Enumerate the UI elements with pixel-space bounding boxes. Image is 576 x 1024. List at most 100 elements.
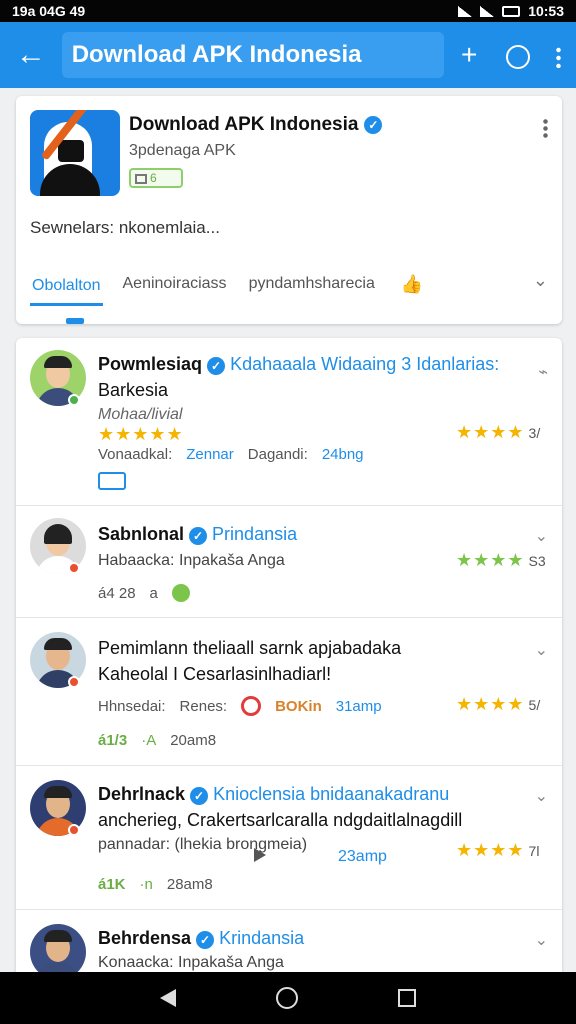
meta-label-2: a [149,584,158,602]
app-badge-text: 6 [150,171,157,185]
play-icon[interactable] [254,848,266,867]
rating-stars-right-text: ★★★★ [456,422,525,442]
author-org: Prindansia [212,524,298,544]
meta-label-1: á1/3 [98,732,128,749]
rating-count: 5/ [528,697,541,713]
verified-icon: ✓ [189,527,208,545]
window-icon [135,173,147,184]
author-name: Powmlesiaq [98,354,203,374]
rating-stars: ★★★★ 7l [456,840,539,861]
author-org: Knioclensia bnidaanakadranu [213,784,450,804]
verified-icon: ✓ [207,357,226,375]
post-duration: 23amp [338,848,387,865]
meta-label-2: Dagandi: [247,446,308,463]
more-vertical-icon [543,118,548,138]
rating-stars: ★★★★ 5/ [456,694,540,715]
info-label-1: Hhnsedai: [98,697,166,715]
more-vertical-icon [556,45,562,68]
meta-label-2: ·n [139,876,153,893]
app-logo [30,110,120,196]
status-left: 19a 04G 49 [12,3,86,19]
attachment-icon[interactable] [98,472,126,495]
list-item[interactable]: Sabnlonal ✓ Prindansia Habaacka: Inpakaš… [16,506,562,618]
expand-icon[interactable]: ⌄ [535,526,548,546]
list-item[interactable]: Behrdensa ✓ Krindansia Konaacka: Inpakaš… [16,910,562,978]
system-nav-bar [0,972,576,1024]
author-handle: Mohaa/livial [98,406,183,423]
rating-stars-right: ★★★★ 3/ [456,422,540,443]
post-title: Powmlesiaq ✓ Kdahaaala Widaaing 3 Idanla… [98,352,499,376]
status-bar: 19a 04G 49 10:53 [0,0,576,22]
tab-1[interactable]: Aeninoiraciass [121,271,229,297]
status-right: 10:53 [458,3,564,19]
chevron-down-icon[interactable]: ⌄ [533,270,548,291]
meta-label-2: ·A [141,732,157,749]
post-body: ancherieg, Crakertsarlcaralla ndgdaitlal… [98,810,463,830]
post-line: Habaacka: Inpakaša Anga [98,552,285,569]
app-header-card: Download APK Indonesia ✓ 3pdenaga APK 6 … [16,96,562,324]
record-icon[interactable] [241,696,262,716]
status-dot [68,562,80,574]
info-value-1: BOKin [275,697,322,715]
tab-indicator [66,318,84,324]
back-nav-icon[interactable] [160,989,176,1007]
meta-value-2: 24bng [321,446,364,463]
list-item[interactable]: Powmlesiaq ✓ Kdahaaala Widaaing 3 Idanla… [16,338,562,506]
author-name: Behrdensa [98,928,192,948]
post-meta: á4 28 a [98,584,190,602]
expand-icon[interactable]: ⌄ [535,930,548,950]
rating-count: S3 [528,553,546,569]
post-meta: á1K ·n 28am8 [98,876,213,893]
meta-label-3: 20am8 [170,732,217,749]
rating-stars-text: ★★★★ [456,550,525,570]
post-line: Konaacka: Inpakaša Anga [98,954,284,971]
expand-icon[interactable]: ⌄ [535,786,548,806]
post-meta: Vonaadkal: Zennar Dagandi: 24bng [98,446,364,463]
meta-label-3: 28am8 [166,876,213,893]
author-name: Dehrlnack [98,784,186,804]
like-icon[interactable]: 👍 [401,274,423,295]
reaction-icon[interactable] [171,584,190,602]
recents-nav-icon[interactable] [398,989,416,1007]
info-icon [505,44,530,69]
meta-label-1: Vonaadkal: [98,446,173,463]
rating-stars-text: ★★★★ [456,840,525,860]
home-nav-icon[interactable] [276,987,298,1009]
rating-stars: ★★★★★ [98,424,184,444]
app-bar: ← Download APK Indonesia + [0,22,576,88]
post-line: pannadar: (lhekia brongmeia) [98,836,308,853]
meta-label-1: á4 28 [98,584,136,602]
status-dot [68,676,80,688]
tab-2[interactable]: pyndamhsharecia [247,271,377,297]
app-title-text: Download APK Indonesia [129,114,359,135]
signal-icon [480,5,495,17]
meta-value-1: Zennar [186,446,234,463]
online-dot [68,394,80,406]
link-icon[interactable]: ⌁ [538,362,548,382]
status-dot [68,824,80,836]
tab-0[interactable]: Obolalton [30,273,103,306]
post-title: Dehrlnack ✓ Knioclensia bnidaanakadranu [98,782,449,806]
add-button[interactable]: + [452,39,487,71]
info-label-2: Renes: [179,697,228,715]
avatar [30,924,86,978]
author-org: Krindansia [219,928,305,948]
header-more-button[interactable] [543,118,548,138]
info-value-2: 31amp [335,697,382,715]
back-button[interactable]: ← [0,38,62,72]
info-button[interactable] [501,39,536,71]
author-name-2: Barkesia [98,380,169,400]
expand-icon[interactable]: ⌄ [535,640,548,660]
post-list: Powmlesiaq ✓ Kdahaaala Widaaing 3 Idanla… [16,338,562,978]
rating-count: 7l [528,843,540,859]
app-description: Sewnelars: nkonemlaia... [30,218,220,237]
app-title: Download APK Indonesia ✓ [129,114,383,136]
overflow-menu-button[interactable] [541,39,576,71]
verified-icon: ✓ [190,787,209,805]
app-bar-title: Download APK Indonesia [61,32,444,78]
list-item[interactable]: Dehrlnack ✓ Knioclensia bnidaanakadranu … [16,766,562,910]
post-title-2: Kaheolal I Cesarlasinlhadiarl! [98,664,332,684]
rating-stars: ★★★★ S3 [456,550,546,571]
app-badge: 6 [129,168,183,188]
list-item[interactable]: Pemimlann theliaall sarnk apjabadaka Kah… [16,618,562,766]
